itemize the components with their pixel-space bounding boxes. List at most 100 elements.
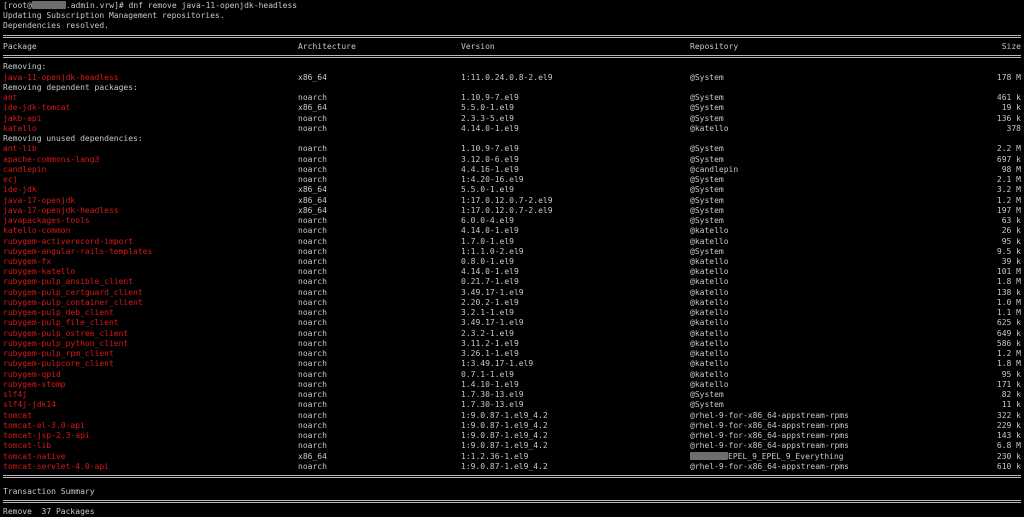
package-repo: @System — [690, 93, 724, 103]
package-arch: x86_64 — [298, 103, 327, 113]
package-version: 4.4.16-1.el9 — [461, 164, 519, 174]
package-repo: @rhel-9-for-x86_64-appstream-rpms — [690, 431, 849, 441]
package-size: 9.5 k — [996, 246, 1021, 256]
package-repo: @rhel-9-for-x86_64-appstream-rpms — [690, 410, 849, 420]
package-version: 1:1.1.0-2.el9 — [461, 246, 524, 256]
package-name: tomcat-lib — [3, 441, 52, 451]
package-name: katello-common — [3, 226, 71, 236]
package-size: 95 k — [1001, 236, 1021, 246]
package-name: ant — [3, 93, 18, 103]
package-arch: noarch — [298, 420, 327, 430]
package-name: tomcat-native — [3, 451, 66, 461]
package-name: java-17-openjdk — [3, 195, 76, 205]
package-repo: @katello — [690, 359, 729, 369]
package-arch: noarch — [298, 461, 327, 471]
column-header: Size — [1001, 41, 1021, 51]
package-size: 82 k — [1001, 390, 1021, 400]
package-version: 1:4.20-16.el9 — [461, 175, 524, 185]
package-size: 461 k — [996, 93, 1021, 103]
package-version: 4.14.0-1.el9 — [461, 226, 519, 236]
summary-title: Transaction Summary — [3, 487, 1021, 497]
package-arch: noarch — [298, 287, 327, 297]
table-row: tomcat noarch 1:9.0.87-1.el9_4.2 @rhel-9-fo… — [3, 411, 1021, 421]
package-arch: noarch — [298, 431, 327, 441]
package-version: 1.7.0-1.el9 — [461, 236, 514, 246]
package-size: 322 k — [996, 410, 1021, 420]
package-size: 26 k — [1001, 226, 1021, 236]
package-size: 197 M — [996, 205, 1021, 215]
table-row: katello noarch 4.14.0-1.el9 @katello 378 — [3, 124, 1021, 134]
package-version: 3.49.17-1.el9 — [461, 318, 524, 328]
redacted-repo-prefix — [690, 451, 728, 460]
table-row: java-17-openjdk-headless x86_64 1:17.0.12.… — [3, 206, 1021, 216]
package-name: ecj — [3, 175, 18, 185]
package-repo: @rhel-9-for-x86_64-appstream-rpms — [690, 461, 849, 471]
package-repo: @System — [690, 185, 724, 195]
table-row: tomcat-servlet-4.0-api noarch 1:9.0.87-1.e… — [3, 462, 1021, 472]
package-name: ide-jdk — [3, 185, 37, 195]
package-version: 1:9.0.87-1.el9_4.2 — [461, 431, 548, 441]
package-arch: noarch — [298, 318, 327, 328]
table-row: rubygem-qpid noarch 0.7.1-1.el9 @katello 95 … — [3, 370, 1021, 380]
package-name: rubygem-pulpcore_client — [3, 359, 114, 369]
table-row: slf4j noarch 1.7.30-13.el9 @System 82 k — [3, 390, 1021, 400]
table-row: katello-common noarch 4.14.0-1.el9 @katello… — [3, 226, 1021, 236]
output-text: Dependencies resolved. — [3, 21, 109, 31]
package-size: 229 k — [996, 420, 1021, 430]
column-header: Version — [461, 41, 495, 51]
package-name: slf4j — [3, 390, 28, 400]
package-repo: @System — [690, 154, 724, 164]
package-name: rubygem-activerecord-import — [3, 236, 134, 246]
package-size: 649 k — [996, 328, 1021, 338]
section-label: Removing dependent packages: — [3, 83, 1021, 93]
package-repo: @katello — [690, 236, 729, 246]
section-label-text: Removing dependent packages: — [3, 82, 138, 92]
package-arch: noarch — [298, 144, 327, 154]
summary-line: Remove 37 Packages — [3, 507, 1021, 517]
package-name: rubygem-pulp_rpm_client — [3, 349, 114, 359]
table-row: rubygem-pulp_ostree_client noarch 2.3.2-1.… — [3, 329, 1021, 339]
package-arch: noarch — [298, 369, 327, 379]
package-repo: @System — [690, 113, 724, 123]
package-size: 178 M — [996, 72, 1021, 82]
package-size: 39 k — [1001, 257, 1021, 266]
package-size: 586 k — [996, 338, 1021, 348]
table-row: rubygem-pulp_rpm_client noarch 3.26.1-1.el… — [3, 349, 1021, 359]
package-arch: noarch — [298, 359, 327, 369]
header-separator-top — [3, 34, 1021, 38]
table-row: apache-commons-lang3 noarch 3.12.0-6.el9 @S… — [3, 155, 1021, 165]
package-version: 0.21.7-1.el9 — [461, 277, 519, 287]
package-arch: noarch — [298, 441, 327, 451]
table-row: rubygem-pulpcore_client noarch 1:3.49.17-1… — [3, 359, 1021, 369]
package-repo: @System — [690, 175, 724, 185]
section-label-text: Removing: — [3, 62, 47, 72]
table-row: rubygem-fx noarch 0.8.0-1.el9 @katello 39 k — [3, 257, 1021, 267]
package-name: rubygem-pulp_deb_client — [3, 308, 114, 318]
package-name: ant-lib — [3, 144, 37, 154]
package-arch: x86_64 — [298, 205, 327, 215]
package-version: 1:11.0.24.0.8-2.el9 — [461, 72, 553, 82]
table-row: tomcat-lib noarch 1:9.0.87-1.el9_4.2 @rhel-… — [3, 441, 1021, 451]
package-name: apache-commons-lang3 — [3, 154, 100, 164]
package-arch: x86_64 — [298, 451, 327, 461]
package-name: rubygem-stomp — [3, 379, 66, 389]
summary-text: Remove 37 Packages — [3, 507, 95, 516]
package-repo: @katello — [690, 277, 729, 287]
package-size: 1.1 M — [996, 308, 1021, 318]
package-size: 2.2 M — [996, 144, 1021, 154]
table-row: jakb-api noarch 2.3.3-5.el9 @System 136 k — [3, 114, 1021, 124]
package-name: tomcat-el-3.0-api — [3, 420, 85, 430]
package-name: candlepin — [3, 164, 47, 174]
package-size: 625 k — [996, 318, 1021, 328]
package-version: 1.4.10-1.el9 — [461, 379, 519, 389]
package-version: 0.7.1-1.el9 — [461, 369, 514, 379]
package-name: katello — [3, 123, 37, 133]
table-row: ide-jdk x86_64 5.5.0-1.el9 @System 3.2 M — [3, 185, 1021, 195]
package-arch: noarch — [298, 410, 327, 420]
prompt-text: [root@ .admin.vrw]# dnf remove java-11-op… — [3, 1, 297, 11]
table-row: rubygem-pulp_ansible_client noarch 0.21.7-… — [3, 277, 1021, 287]
package-size: 697 k — [996, 154, 1021, 164]
package-name: jakb-api — [3, 113, 42, 123]
package-size: 171 k — [996, 379, 1021, 389]
package-name: rubygem-pulp_python_client — [3, 338, 129, 348]
